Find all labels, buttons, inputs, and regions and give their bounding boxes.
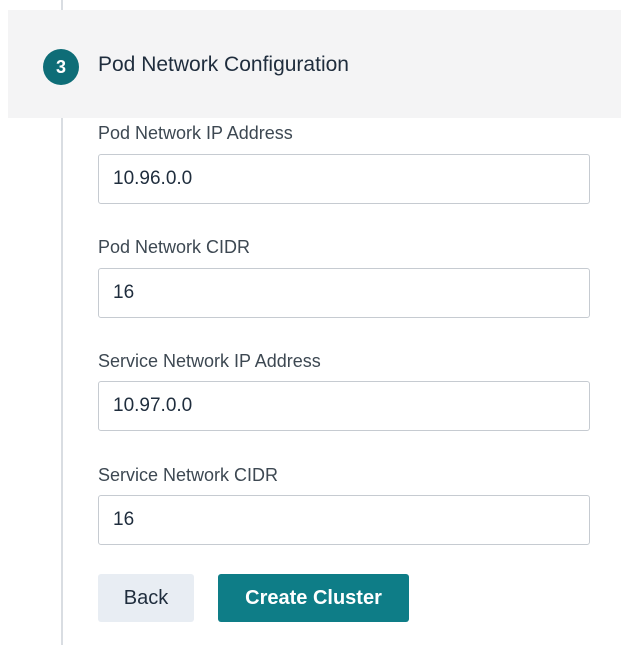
pod-network-cidr-input[interactable] [98,268,590,318]
pod-network-ip-input[interactable] [98,154,590,204]
pod-network-ip-label: Pod Network IP Address [98,123,293,143]
service-network-cidr-input[interactable] [98,495,590,545]
service-network-ip-label: Service Network IP Address [98,351,321,371]
pod-network-cidr-label: Pod Network CIDR [98,237,251,257]
create-cluster-button[interactable]: Create Cluster [218,574,409,622]
step-title: Pod Network Configuration [98,53,349,76]
service-network-cidr-label: Service Network CIDR [98,465,279,485]
service-network-ip-input[interactable] [98,381,590,431]
back-button[interactable]: Back [98,574,194,622]
step-number-badge: 3 [43,49,79,85]
